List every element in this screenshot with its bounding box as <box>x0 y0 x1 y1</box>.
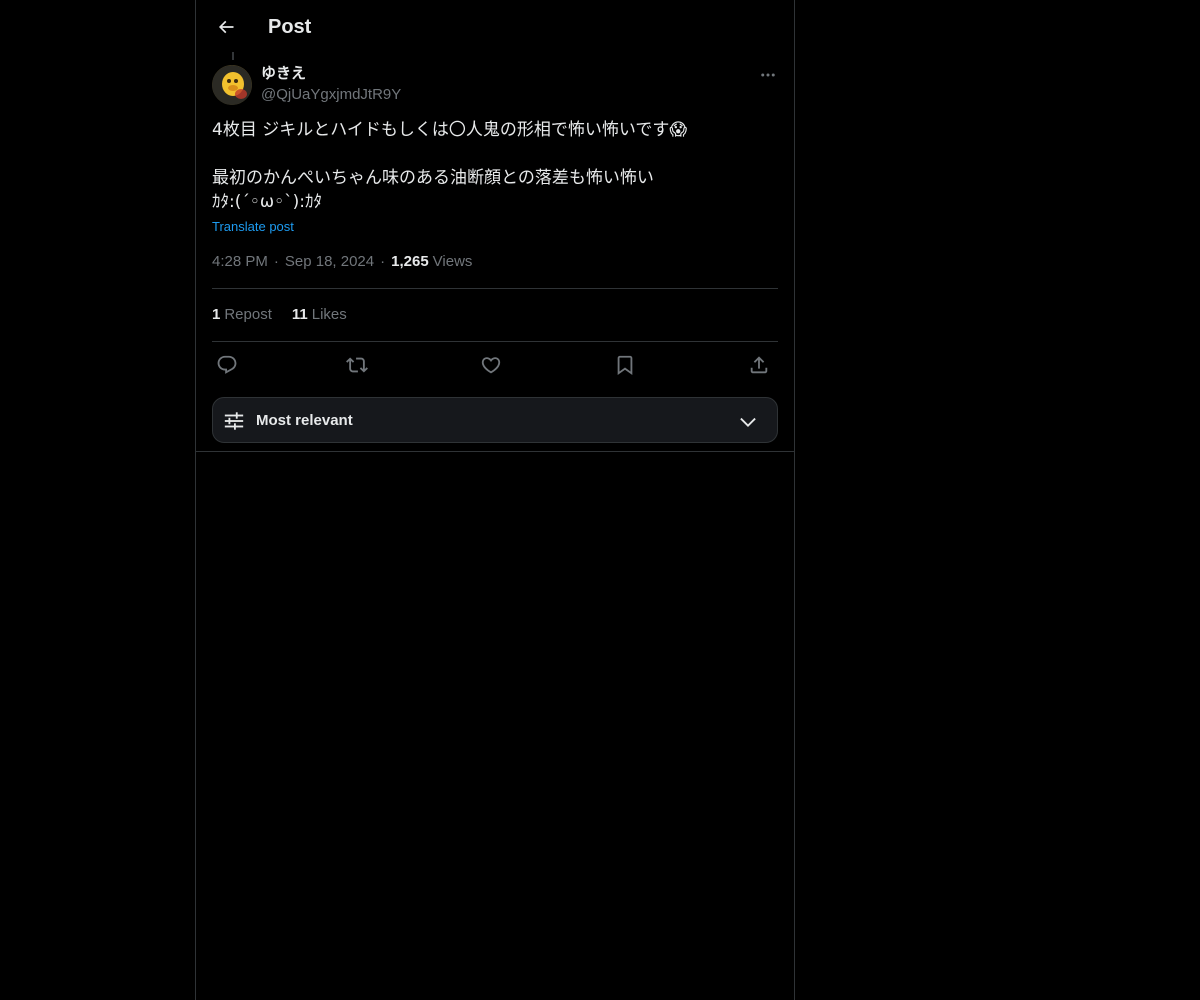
page-title: Post <box>268 16 312 38</box>
post-time[interactable]: 4:28 PM <box>212 252 268 272</box>
share-button[interactable] <box>742 348 776 382</box>
meta-separator: · <box>273 253 279 270</box>
views-label: Views <box>432 253 473 270</box>
heart-icon <box>480 354 502 376</box>
bookmark-button[interactable] <box>608 348 642 382</box>
sliders-icon <box>223 410 245 432</box>
repost-icon <box>346 354 368 376</box>
avatar[interactable] <box>212 65 252 105</box>
thread-connector-line <box>232 52 234 60</box>
divider <box>212 341 778 342</box>
top-header: Post <box>196 0 794 54</box>
replies-sort-dropdown[interactable]: Most relevant <box>212 397 778 443</box>
likes-count: 11 <box>291 306 308 323</box>
post-text: 4枚目 ジキルとハイドもしくは〇人鬼の形相で怖い怖いです😱 最初のかんぺいちゃん… <box>212 120 688 212</box>
likes-label: Likes <box>311 306 347 323</box>
reposts-count: 1 <box>212 306 221 323</box>
views-count: 1,265 <box>391 253 429 270</box>
reposts-stat[interactable]: 1 Repost <box>212 305 272 325</box>
author-handle[interactable]: @QjUaYgxjmdJtR9Y <box>261 85 401 105</box>
like-button[interactable] <box>474 348 508 382</box>
post-detail-column: Post ゆきえ @QjUaYgxjmdJtR9Y 4枚目 ジキルとハイドもしく… <box>195 0 795 1000</box>
sort-label: Most relevant <box>256 412 353 429</box>
divider <box>212 288 778 289</box>
reply-icon <box>216 354 238 376</box>
more-options-button[interactable] <box>752 62 784 88</box>
action-bar <box>212 348 778 382</box>
reposts-label: Repost <box>224 306 272 323</box>
translate-post-link[interactable]: Translate post <box>212 218 294 236</box>
bookmark-icon <box>614 354 636 376</box>
engagement-stats: 1 Repost 11 Likes <box>212 305 367 325</box>
author-display-name[interactable]: ゆきえ <box>261 64 306 84</box>
post-date[interactable]: Sep 18, 2024 <box>285 252 374 272</box>
chevron-down-icon <box>737 411 759 433</box>
likes-stat[interactable]: 11 Likes <box>292 305 347 325</box>
repost-button[interactable] <box>340 348 374 382</box>
share-icon <box>748 354 770 376</box>
more-dots-icon <box>759 66 777 84</box>
post-meta: 4:28 PM · Sep 18, 2024 · 1,265 Views <box>212 252 472 272</box>
back-button[interactable] <box>208 9 244 45</box>
meta-separator: · <box>380 253 386 270</box>
arrow-left-icon <box>216 17 236 37</box>
section-divider <box>196 451 794 452</box>
reply-button[interactable] <box>210 348 244 382</box>
